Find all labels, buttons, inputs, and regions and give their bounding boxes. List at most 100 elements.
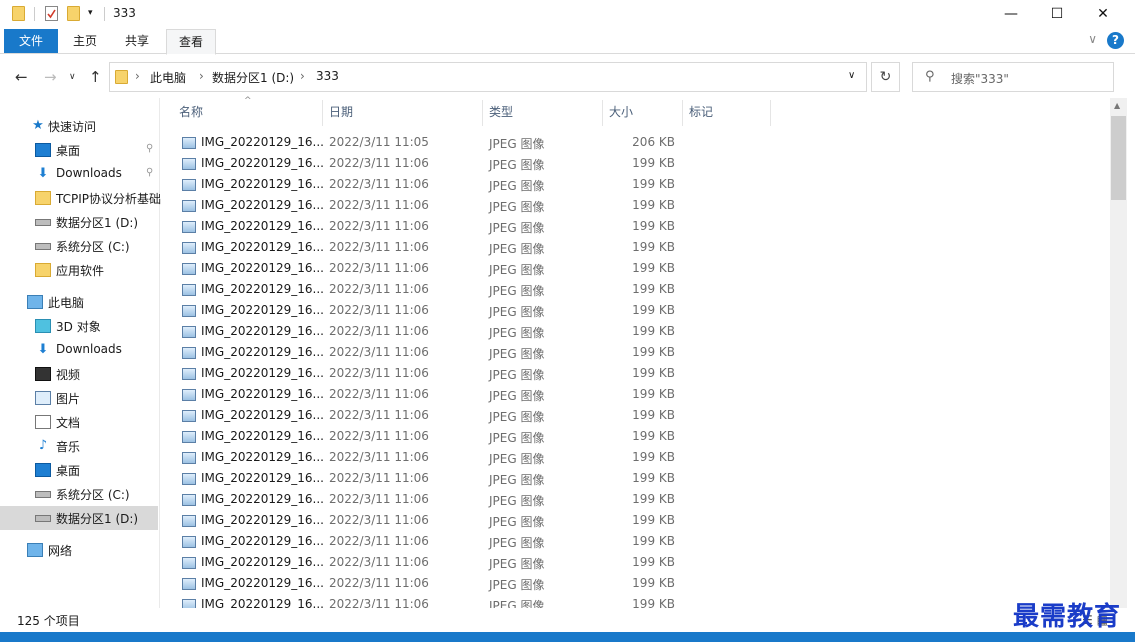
scroll-up-arrow[interactable]: ▲ bbox=[1114, 101, 1120, 110]
file-name[interactable]: IMG_20220129_16... bbox=[201, 450, 324, 464]
table-row[interactable]: IMG_20220129_16... 2022/3/11 11:06 JPEG 图像… bbox=[170, 259, 1110, 280]
tab-file[interactable]: 文件 bbox=[4, 29, 58, 53]
file-name[interactable]: IMG_20220129_16... bbox=[201, 240, 324, 254]
file-name[interactable]: IMG_20220129_16... bbox=[201, 471, 324, 485]
file-name[interactable]: IMG_20220129_16... bbox=[201, 534, 324, 548]
collapse-ribbon-button[interactable]: ∨ bbox=[1088, 32, 1097, 46]
file-name[interactable]: IMG_20220129_16... bbox=[201, 282, 324, 296]
sidebar-item[interactable]: 桌面 ⚲ bbox=[0, 138, 158, 162]
customize-toolbar-icon[interactable]: ▾ bbox=[88, 8, 101, 23]
file-name[interactable]: IMG_20220129_16... bbox=[201, 576, 324, 590]
file-name[interactable]: IMG_20220129_16... bbox=[201, 492, 324, 506]
file-name[interactable]: IMG_20220129_16... bbox=[201, 345, 324, 359]
new-folder-icon[interactable] bbox=[67, 6, 80, 21]
sidebar-item[interactable]: 文档 bbox=[0, 410, 158, 434]
table-row[interactable]: IMG_20220129_16... 2022/3/11 11:06 JPEG 图像… bbox=[170, 469, 1110, 490]
help-button[interactable]: ? bbox=[1107, 32, 1124, 49]
file-name[interactable]: IMG_20220129_16... bbox=[201, 261, 324, 275]
sidebar-item[interactable]: 应用软件 bbox=[0, 258, 158, 282]
address-history-chevron[interactable]: ∨ bbox=[848, 70, 855, 81]
file-name[interactable]: IMG_20220129_16... bbox=[201, 156, 324, 170]
table-row[interactable]: IMG_20220129_16... 2022/3/11 11:06 JPEG 图像… bbox=[170, 280, 1110, 301]
sidebar-item[interactable]: 网络 bbox=[0, 538, 158, 562]
file-name[interactable]: IMG_20220129_16... bbox=[201, 198, 324, 212]
table-row[interactable]: IMG_20220129_16... 2022/3/11 11:06 JPEG 图像… bbox=[170, 385, 1110, 406]
breadcrumb-data-drive[interactable]: 数据分区1 (D:) bbox=[212, 69, 294, 86]
file-name[interactable]: IMG_20220129_16... bbox=[201, 177, 324, 191]
table-row[interactable]: IMG_20220129_16... 2022/3/11 11:06 JPEG 图像… bbox=[170, 322, 1110, 343]
refresh-button[interactable]: ↻ bbox=[871, 62, 900, 92]
table-row[interactable]: IMG_20220129_16... 2022/3/11 11:06 JPEG 图像… bbox=[170, 196, 1110, 217]
file-name[interactable]: IMG_20220129_16... bbox=[201, 387, 324, 401]
close-button[interactable]: ✕ bbox=[1080, 0, 1126, 28]
sidebar-item[interactable]: 桌面 bbox=[0, 458, 158, 482]
table-row[interactable]: IMG_20220129_16... 2022/3/11 11:06 JPEG 图像… bbox=[170, 448, 1110, 469]
sidebar-item[interactable]: 系统分区 (C:) bbox=[0, 234, 158, 258]
sidebar-item[interactable]: ⬇ Downloads bbox=[0, 338, 158, 362]
table-row[interactable]: IMG_20220129_16... 2022/3/11 11:06 JPEG 图像… bbox=[170, 343, 1110, 364]
table-row[interactable]: IMG_20220129_16... 2022/3/11 11:06 JPEG 图像… bbox=[170, 175, 1110, 196]
file-name[interactable]: IMG_20220129_16... bbox=[201, 555, 324, 569]
scroll-thumb[interactable] bbox=[1111, 116, 1126, 200]
column-header-date[interactable]: 日期 bbox=[323, 100, 483, 126]
file-name[interactable]: IMG_20220129_16... bbox=[201, 303, 324, 317]
sidebar-item[interactable]: 图片 bbox=[0, 386, 158, 410]
sidebar-item[interactable]: ★ 快速访问 bbox=[0, 114, 158, 138]
column-header-type[interactable]: 类型 bbox=[483, 100, 603, 126]
pin-icon[interactable]: ⚲ bbox=[146, 143, 153, 154]
tab-home[interactable]: 主页 bbox=[62, 29, 108, 53]
column-header-size[interactable]: 大小 bbox=[603, 100, 683, 126]
pin-icon[interactable]: ⚲ bbox=[146, 167, 153, 178]
recent-locations-button[interactable]: ∨ bbox=[69, 72, 76, 82]
search-input[interactable]: ⚲ 搜索"333" bbox=[912, 62, 1114, 92]
table-row[interactable]: IMG_20220129_16... 2022/3/11 11:06 JPEG 图像… bbox=[170, 364, 1110, 385]
file-name[interactable]: IMG_20220129_16... bbox=[201, 408, 324, 422]
file-name[interactable]: IMG_20220129_16... bbox=[201, 429, 324, 443]
sidebar-item[interactable]: 系统分区 (C:) bbox=[0, 482, 158, 506]
breadcrumb-this-pc[interactable]: 此电脑 bbox=[150, 69, 186, 86]
sidebar-item[interactable]: ⬇ Downloads ⚲ bbox=[0, 162, 158, 186]
sidebar-item[interactable]: 视频 bbox=[0, 362, 158, 386]
properties-icon[interactable] bbox=[45, 6, 58, 21]
column-header-tags[interactable]: 标记 bbox=[683, 100, 771, 126]
forward-button[interactable]: → bbox=[44, 68, 57, 86]
file-name[interactable]: IMG_20220129_16... bbox=[201, 219, 324, 233]
table-row[interactable]: IMG_20220129_16... 2022/3/11 11:06 JPEG 图像… bbox=[170, 427, 1110, 448]
table-row[interactable]: IMG_20220129_16... 2022/3/11 11:05 JPEG 图像… bbox=[170, 133, 1110, 154]
maximize-button[interactable]: ☐ bbox=[1034, 0, 1080, 28]
file-name[interactable]: IMG_20220129_16... bbox=[201, 135, 324, 149]
breadcrumb-current-folder[interactable]: 333 bbox=[316, 69, 339, 83]
column-header-name[interactable]: 名称 bbox=[173, 100, 323, 126]
table-row[interactable]: IMG_20220129_16... 2022/3/11 11:06 JPEG 图像… bbox=[170, 553, 1110, 574]
breadcrumb-separator[interactable]: › bbox=[300, 69, 305, 83]
file-size: 199 KB bbox=[632, 429, 675, 443]
breadcrumb-separator[interactable]: › bbox=[199, 69, 204, 83]
sidebar-item[interactable]: ♪ 音乐 bbox=[0, 434, 158, 458]
table-row[interactable]: IMG_20220129_16... 2022/3/11 11:06 JPEG 图像… bbox=[170, 238, 1110, 259]
table-row[interactable]: IMG_20220129_16... 2022/3/11 11:06 JPEG 图像… bbox=[170, 490, 1110, 511]
table-row[interactable]: IMG_20220129_16... 2022/3/11 11:06 JPEG 图像… bbox=[170, 595, 1110, 609]
back-button[interactable]: ← bbox=[15, 68, 28, 86]
table-row[interactable]: IMG_20220129_16... 2022/3/11 11:06 JPEG 图像… bbox=[170, 574, 1110, 595]
file-name[interactable]: IMG_20220129_16... bbox=[201, 513, 324, 527]
vertical-scrollbar[interactable]: ▲ bbox=[1110, 98, 1127, 608]
sidebar-item[interactable]: TCPIP协议分析基础 bbox=[0, 186, 161, 210]
table-row[interactable]: IMG_20220129_16... 2022/3/11 11:06 JPEG 图像… bbox=[170, 406, 1110, 427]
tab-view[interactable]: 查看 bbox=[166, 29, 216, 55]
table-row[interactable]: IMG_20220129_16... 2022/3/11 11:06 JPEG 图像… bbox=[170, 511, 1110, 532]
file-name[interactable]: IMG_20220129_16... bbox=[201, 324, 324, 338]
sidebar-item[interactable]: 数据分区1 (D:) bbox=[0, 506, 158, 530]
breadcrumb-separator[interactable]: › bbox=[135, 69, 140, 83]
sidebar-item[interactable]: 3D 对象 bbox=[0, 314, 158, 338]
up-button[interactable]: ↑ bbox=[89, 68, 102, 86]
table-row[interactable]: IMG_20220129_16... 2022/3/11 11:06 JPEG 图像… bbox=[170, 301, 1110, 322]
table-row[interactable]: IMG_20220129_16... 2022/3/11 11:06 JPEG 图像… bbox=[170, 154, 1110, 175]
address-bar[interactable]: › 此电脑 › 数据分区1 (D:) › 333 ∨ bbox=[109, 62, 867, 92]
sidebar-item[interactable]: 数据分区1 (D:) bbox=[0, 210, 158, 234]
table-row[interactable]: IMG_20220129_16... 2022/3/11 11:06 JPEG 图像… bbox=[170, 217, 1110, 238]
minimize-button[interactable]: — bbox=[988, 0, 1034, 28]
sidebar-item[interactable]: 此电脑 bbox=[0, 290, 158, 314]
tab-share[interactable]: 共享 bbox=[114, 29, 160, 53]
file-name[interactable]: IMG_20220129_16... bbox=[201, 366, 324, 380]
table-row[interactable]: IMG_20220129_16... 2022/3/11 11:06 JPEG 图像… bbox=[170, 532, 1110, 553]
